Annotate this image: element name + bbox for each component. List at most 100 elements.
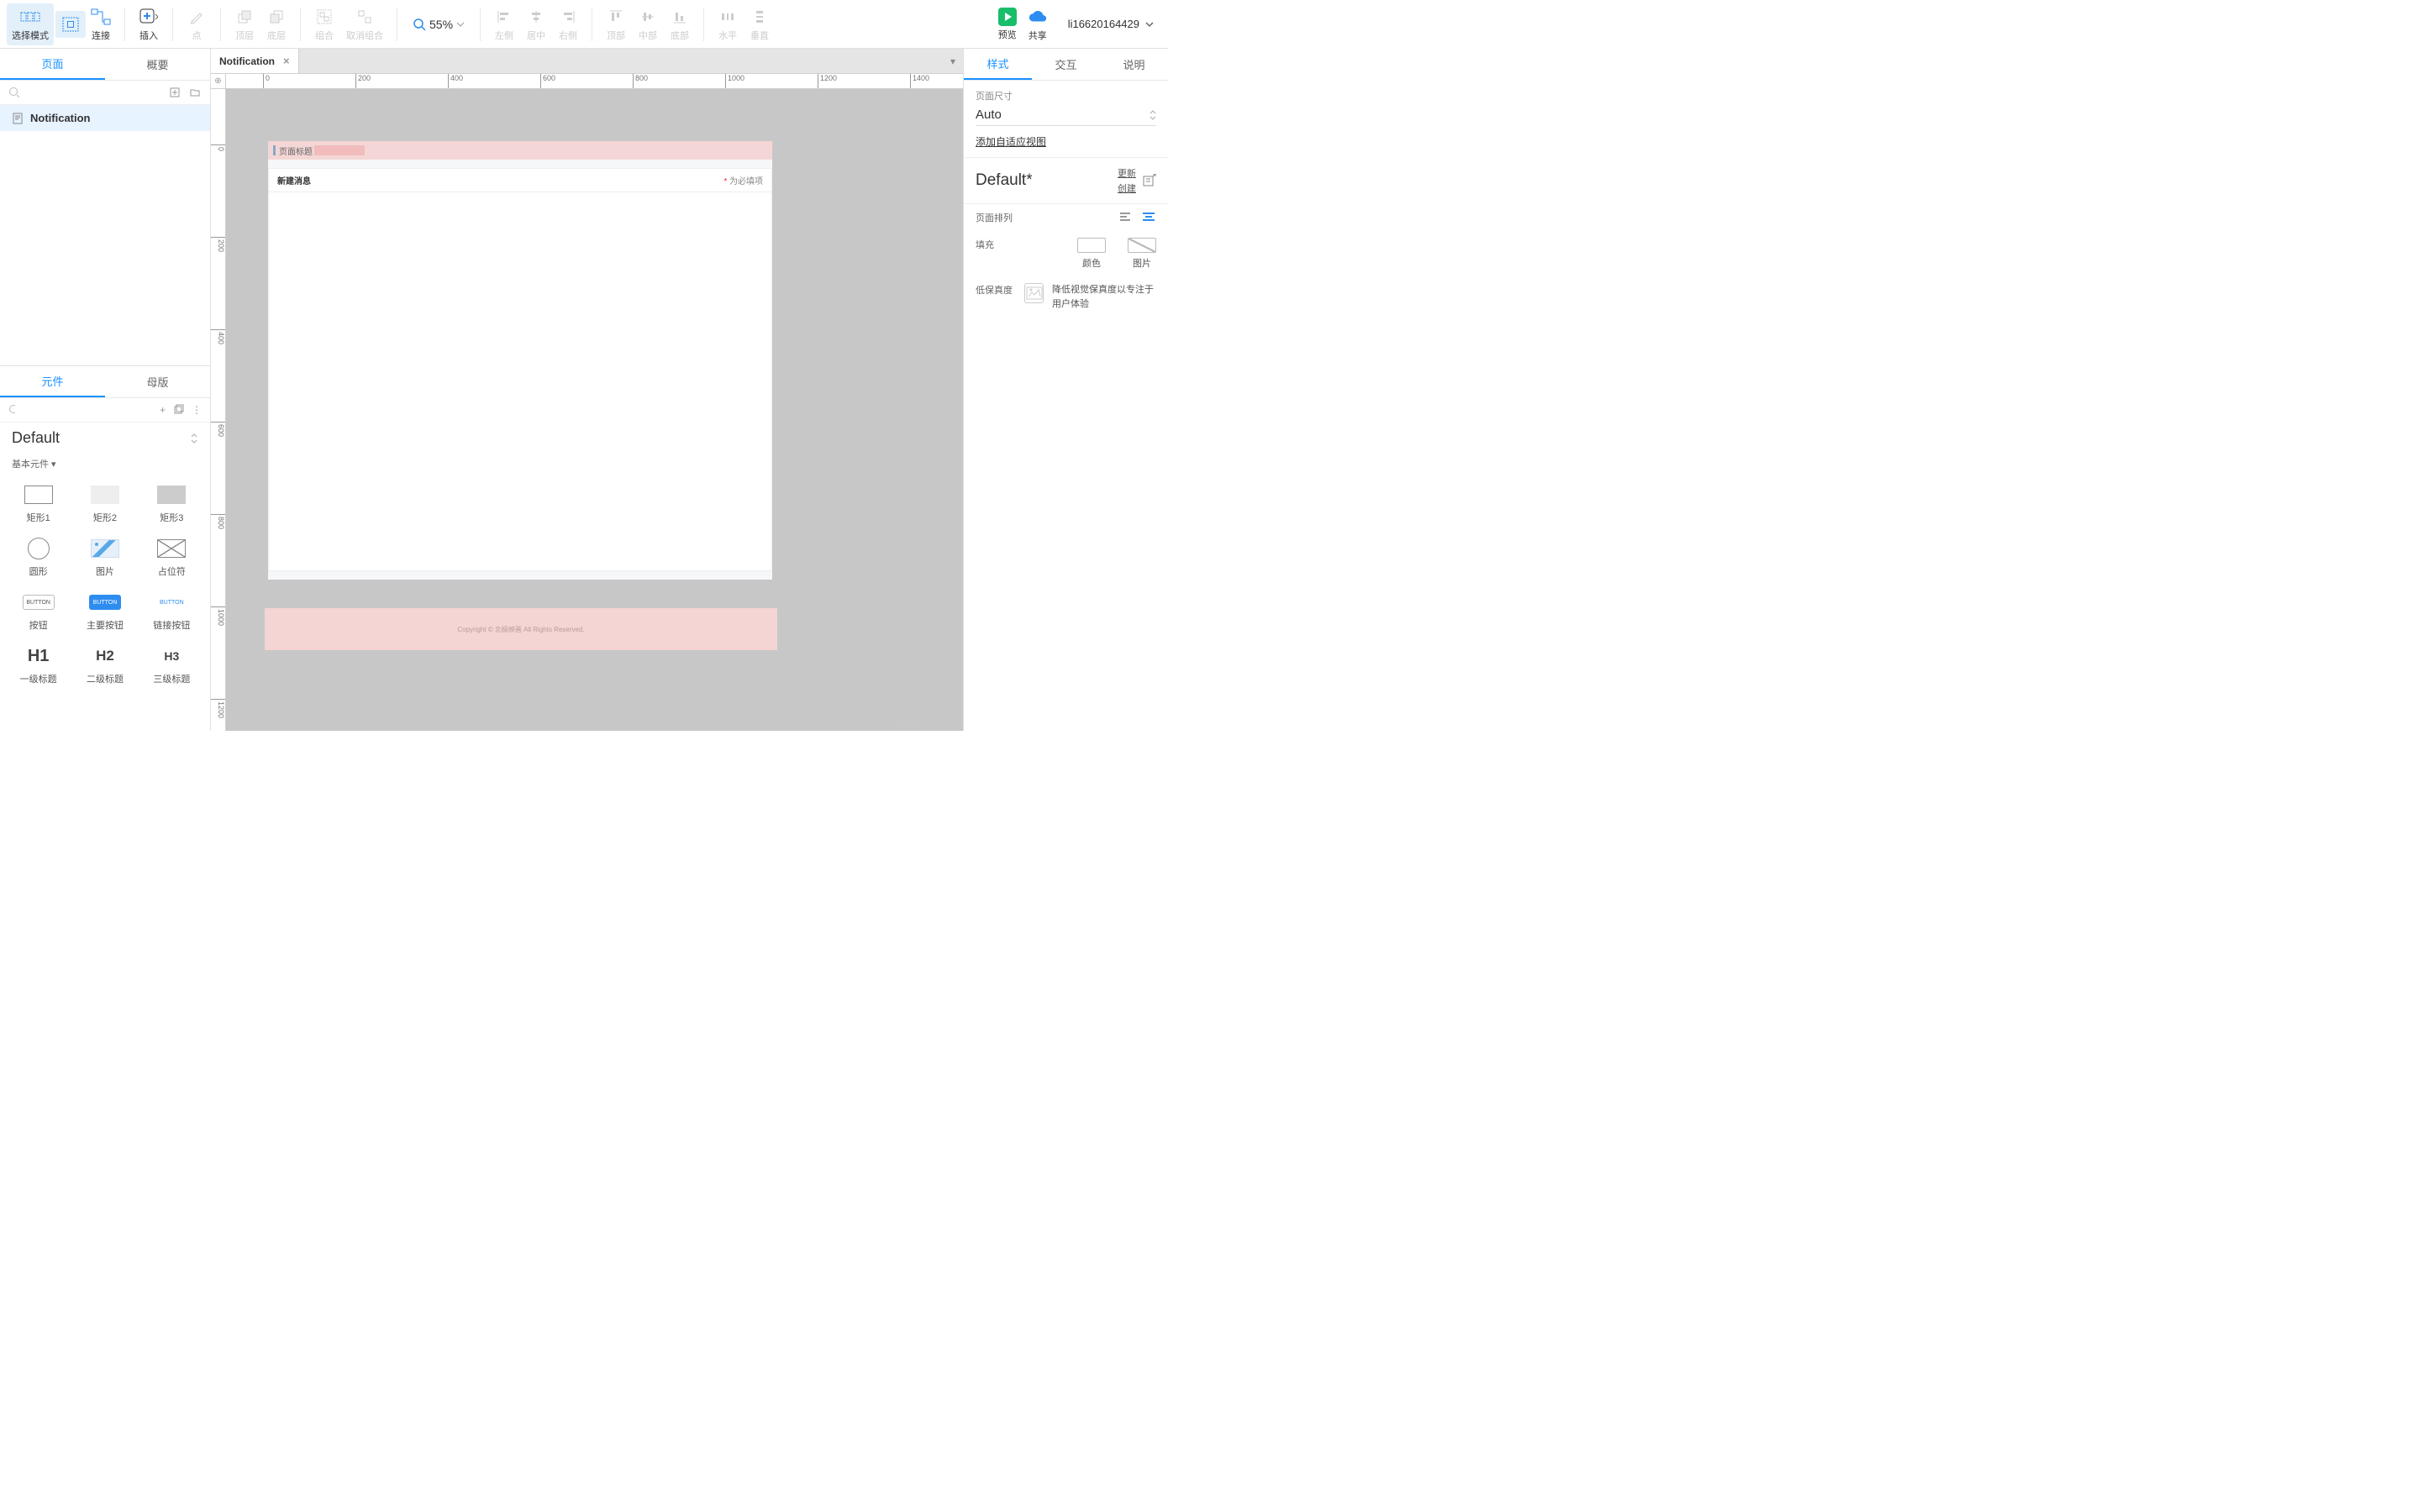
mock-card[interactable]: 新建消息 * 为必填项 xyxy=(268,168,772,571)
widget-button-link[interactable]: BUTTON链接按钮 xyxy=(139,585,205,638)
pen-point-button[interactable]: 点 xyxy=(182,3,212,45)
widget-h2[interactable]: H2二级标题 xyxy=(71,638,138,692)
pages-search-input[interactable] xyxy=(27,87,161,98)
pen-icon xyxy=(187,7,207,27)
header-highlight xyxy=(314,145,365,155)
page-dim-value: Auto xyxy=(976,108,1002,122)
zoom-value: 55% xyxy=(429,18,453,31)
send-back-button[interactable]: 底层 xyxy=(261,3,292,45)
widget-image[interactable]: 图片 xyxy=(71,531,138,585)
manage-styles-icon[interactable] xyxy=(1143,174,1156,187)
align-left-icon xyxy=(494,7,514,27)
widget-button[interactable]: BUTTON按钮 xyxy=(5,585,71,638)
widget-ellipse[interactable]: 圆形 xyxy=(5,531,71,585)
tab-interactions[interactable]: 交互 xyxy=(1032,49,1100,80)
align-page-left-button[interactable] xyxy=(1119,212,1134,223)
mock-footer[interactable]: Copyright © 北极映画 All Rights Reserved. xyxy=(265,593,777,650)
update-style-link[interactable]: 更新 xyxy=(1118,166,1136,180)
select-contained-button[interactable] xyxy=(55,11,86,38)
preview-button[interactable]: 预览 xyxy=(992,4,1023,45)
bring-front-button[interactable]: 顶层 xyxy=(229,3,260,45)
library-select[interactable]: Default xyxy=(0,423,210,454)
watermark: @稀土掘金技术社区 xyxy=(882,715,958,727)
tab-pages[interactable]: 页面 xyxy=(0,49,105,80)
align-right-button[interactable]: 右侧 xyxy=(553,3,583,45)
align-center-h-button[interactable]: 居中 xyxy=(521,3,551,45)
widget-rect2[interactable]: 矩形2 xyxy=(71,477,138,531)
select-contained-icon xyxy=(60,14,81,34)
doc-tab-notification[interactable]: Notification × xyxy=(211,49,299,73)
ruler-horizontal[interactable]: 0 200 400 600 800 1000 1200 1400 xyxy=(226,74,963,89)
ruler-vertical[interactable]: 0 200 400 600 800 1000 1200 xyxy=(211,89,226,731)
widget-placeholder[interactable]: 占位符 xyxy=(139,531,205,585)
close-icon[interactable]: × xyxy=(283,55,290,67)
widget-category[interactable]: 基本元件 ▾ xyxy=(0,454,210,474)
chevron-down-icon xyxy=(1144,19,1155,29)
lowfi-toggle[interactable] xyxy=(1024,283,1044,303)
widgets-panel: 元件 母版 + ⋮ Default 基本元件 ▾ 矩形1 矩形2 矩形3 圆形 … xyxy=(0,365,210,731)
align-page-center-button[interactable] xyxy=(1141,212,1156,223)
fill-color-option[interactable]: 颜色 xyxy=(1077,238,1106,270)
create-style-link[interactable]: 创建 xyxy=(1118,181,1136,195)
updown-icon xyxy=(1150,110,1156,120)
share-button[interactable]: 共享 xyxy=(1023,3,1053,45)
user-menu[interactable]: li16620164429 xyxy=(1068,18,1155,30)
tab-widgets[interactable]: 元件 xyxy=(0,366,105,397)
distribute-v-button[interactable]: 垂直 xyxy=(744,3,775,45)
tab-notes[interactable]: 说明 xyxy=(1100,49,1168,80)
page-item-notification[interactable]: Notification xyxy=(0,105,210,131)
dist-v-icon xyxy=(750,7,770,27)
widgets-search-input[interactable] xyxy=(22,404,152,416)
footer-text: Copyright © 北极映画 All Rights Reserved. xyxy=(457,625,584,634)
page-dim-select[interactable]: Auto xyxy=(976,108,1156,126)
page-dim-label: 页面尺寸 xyxy=(976,89,1156,102)
separator xyxy=(220,8,221,41)
group-icon xyxy=(314,7,334,27)
align-bottom-button[interactable]: 底部 xyxy=(665,3,695,45)
distribute-h-button[interactable]: 水平 xyxy=(713,3,743,45)
ruler-origin[interactable]: ⊕ xyxy=(211,74,226,89)
card-title: 新建消息 xyxy=(277,174,311,186)
add-page-button[interactable] xyxy=(168,86,182,99)
ungroup-icon xyxy=(355,7,375,27)
add-adaptive-link[interactable]: 添加自适应视图 xyxy=(976,134,1046,149)
canvas-area: Notification × ▾ ⊕ 0 200 400 600 800 100… xyxy=(211,49,963,731)
widget-rect3[interactable]: 矩形3 xyxy=(139,477,205,531)
align-top-button[interactable]: 顶部 xyxy=(601,3,631,45)
widgets-tabs: 元件 母版 xyxy=(0,366,210,398)
widget-h3[interactable]: H3三级标题 xyxy=(139,638,205,692)
tab-style[interactable]: 样式 xyxy=(964,49,1032,80)
align-center-h-icon xyxy=(526,7,546,27)
tab-outline[interactable]: 概要 xyxy=(105,49,210,80)
insert-button[interactable]: 插入 xyxy=(134,3,164,45)
widget-grid: 矩形1 矩形2 矩形3 圆形 图片 占位符 BUTTON按钮 BUTTON主要按… xyxy=(0,474,210,696)
select-mode-button[interactable]: 选择模式 xyxy=(7,3,54,45)
connect-button[interactable]: 连接 xyxy=(86,3,116,45)
dist-h-icon xyxy=(718,7,738,27)
canvas[interactable]: 页面标题 新建消息 * 为必填项 Copyrigh xyxy=(226,89,963,731)
tab-masters[interactable]: 母版 xyxy=(105,366,210,397)
align-left-button[interactable]: 左侧 xyxy=(489,3,519,45)
align-middle-button[interactable]: 中部 xyxy=(633,3,663,45)
widget-rect1[interactable]: 矩形1 xyxy=(5,477,71,531)
image-swatch xyxy=(1128,238,1156,253)
mock-header[interactable]: 页面标题 xyxy=(268,141,772,160)
artboard[interactable]: 页面标题 新建消息 * 为必填项 xyxy=(268,141,772,580)
page-align-label: 页面排列 xyxy=(976,211,1013,224)
fill-image-option[interactable]: 图片 xyxy=(1128,238,1156,270)
library-options-button[interactable] xyxy=(173,403,185,417)
group-button[interactable]: 组合 xyxy=(309,3,339,45)
add-folder-button[interactable] xyxy=(188,86,202,99)
library-name: Default xyxy=(12,429,60,447)
zoom-control[interactable]: 55% xyxy=(413,18,465,31)
required-note: * 为必填项 xyxy=(723,174,763,186)
ungroup-button[interactable]: 取消组合 xyxy=(341,3,388,45)
align-middle-icon xyxy=(638,7,658,27)
select-icon xyxy=(20,7,40,27)
add-library-button[interactable]: + xyxy=(159,403,166,417)
more-button[interactable]: ⋮ xyxy=(192,403,202,417)
widget-h1[interactable]: H1一级标题 xyxy=(5,638,71,692)
widget-button-primary[interactable]: BUTTON主要按钮 xyxy=(71,585,138,638)
tabs-dropdown[interactable]: ▾ xyxy=(943,49,963,73)
page-name: Notification xyxy=(30,112,91,124)
